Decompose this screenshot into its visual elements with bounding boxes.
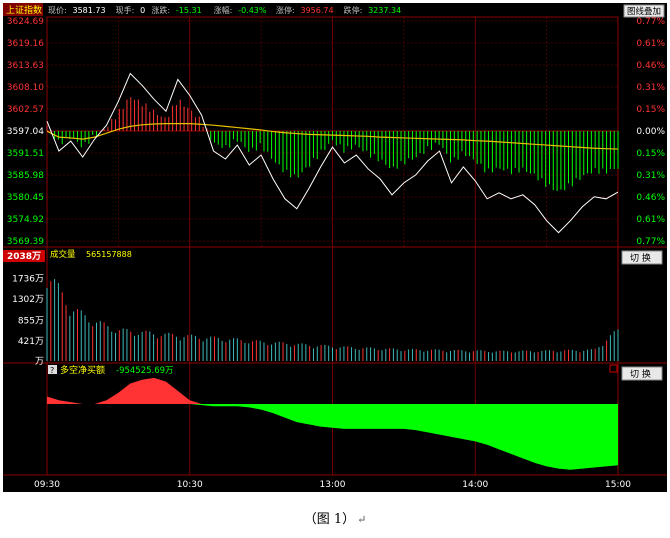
price-tick-label: 3613.63 (7, 61, 44, 71)
percent-tick-label: 0.46% (636, 193, 665, 203)
flow-title: 多空净买额 (60, 364, 105, 376)
volume-tick-label: 万 (35, 357, 44, 367)
percent-tick-label: 0.61% (636, 215, 665, 225)
quote-value: 3956.74 (301, 6, 334, 15)
percent-tick-label: 0.77% (636, 17, 665, 27)
quote-value: -15.31 (176, 6, 202, 15)
price-tick-label: 3624.69 (7, 17, 44, 27)
percent-tick-label: 0.31% (636, 83, 665, 93)
time-tick-label: 15:00 (605, 480, 631, 490)
price-tick-label: 3580.45 (7, 193, 44, 203)
quote-label: 现价: (48, 6, 67, 15)
volume-current-marker: 2038万 (7, 251, 41, 262)
index-name: 上证指数 (6, 4, 42, 16)
volume-tick-label: 421万 (18, 337, 44, 347)
percent-tick-label: 0.15% (636, 149, 665, 159)
time-tick-label: 13:00 (320, 480, 346, 490)
volume-switch-label[interactable]: 切 换 (630, 252, 651, 264)
percent-tick-label: 0.15% (636, 105, 665, 115)
percent-tick-label: 0.00% (636, 127, 665, 137)
time-tick-label: 09:30 (34, 480, 60, 490)
volume-tick-label: 1736万 (12, 275, 44, 285)
quote-label: 现手: (116, 5, 135, 15)
quote-value: 0 (140, 6, 145, 15)
price-tick-label: 3585.98 (7, 171, 44, 181)
volume-tick-label: 1302万 (12, 295, 44, 305)
price-tick-label: 3574.92 (7, 215, 44, 225)
quote-label: 涨停: (276, 5, 295, 15)
quote-value: 3237.34 (368, 6, 401, 15)
percent-tick-label: 0.31% (636, 171, 665, 181)
quote-label: 涨幅: (214, 5, 233, 15)
help-glyph[interactable]: ? (50, 366, 54, 375)
volume-tick-label: 855万 (18, 316, 44, 326)
stock-chart: 上证指数 现价: 3581.73 现手: 0 涨跌: -15.31 涨幅: -0.43% 涨停:… (3, 3, 667, 492)
caption-text: （图 1） (303, 512, 356, 527)
price-tick-label: 3608.10 (7, 83, 44, 93)
flow-switch-label[interactable]: 切 换 (630, 368, 651, 380)
quote-value: 3581.73 (73, 6, 106, 15)
quote-fields: 现价: 3581.73 现手: 0 涨跌: -15.31 涨幅: -0.43% 涨停: 3956.… (48, 5, 401, 15)
price-tick-label: 3591.51 (7, 149, 44, 159)
time-tick-label: 14:00 (462, 480, 488, 490)
quote-label: 涨跌: (151, 5, 170, 15)
quote-label: 跌停: (344, 5, 363, 15)
percent-tick-label: 0.46% (636, 61, 665, 71)
time-tick-label: 10:30 (177, 480, 203, 490)
flow-value: -954525.69万 (116, 366, 174, 376)
percent-tick-label: 0.61% (636, 39, 665, 49)
volume-total: 565157888 (86, 250, 132, 259)
percent-tick-label: 0.77% (636, 237, 665, 247)
price-tick-label: 3619.16 (7, 39, 44, 49)
volume-title: 成交量 (50, 249, 76, 260)
overlay-button-label[interactable]: 图线叠加 (627, 6, 661, 17)
price-tick-label: 3569.39 (7, 237, 44, 247)
figure-caption: （图 1） ↵ (0, 508, 670, 527)
price-tick-label: 3602.57 (7, 105, 44, 115)
return-mark: ↵ (357, 513, 367, 526)
quote-value: -0.43% (238, 6, 267, 15)
price-tick-label: 3597.04 (7, 127, 44, 137)
